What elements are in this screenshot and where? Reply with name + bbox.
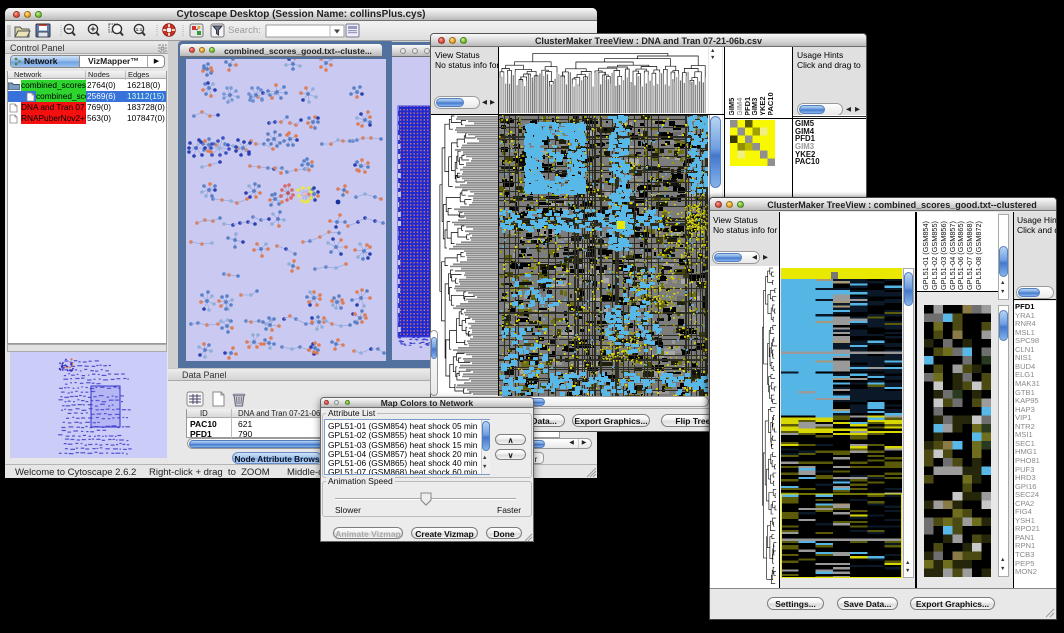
svg-text:1:1: 1:1 — [136, 27, 143, 32]
svg-text:Search:: Search: — [228, 25, 261, 36]
